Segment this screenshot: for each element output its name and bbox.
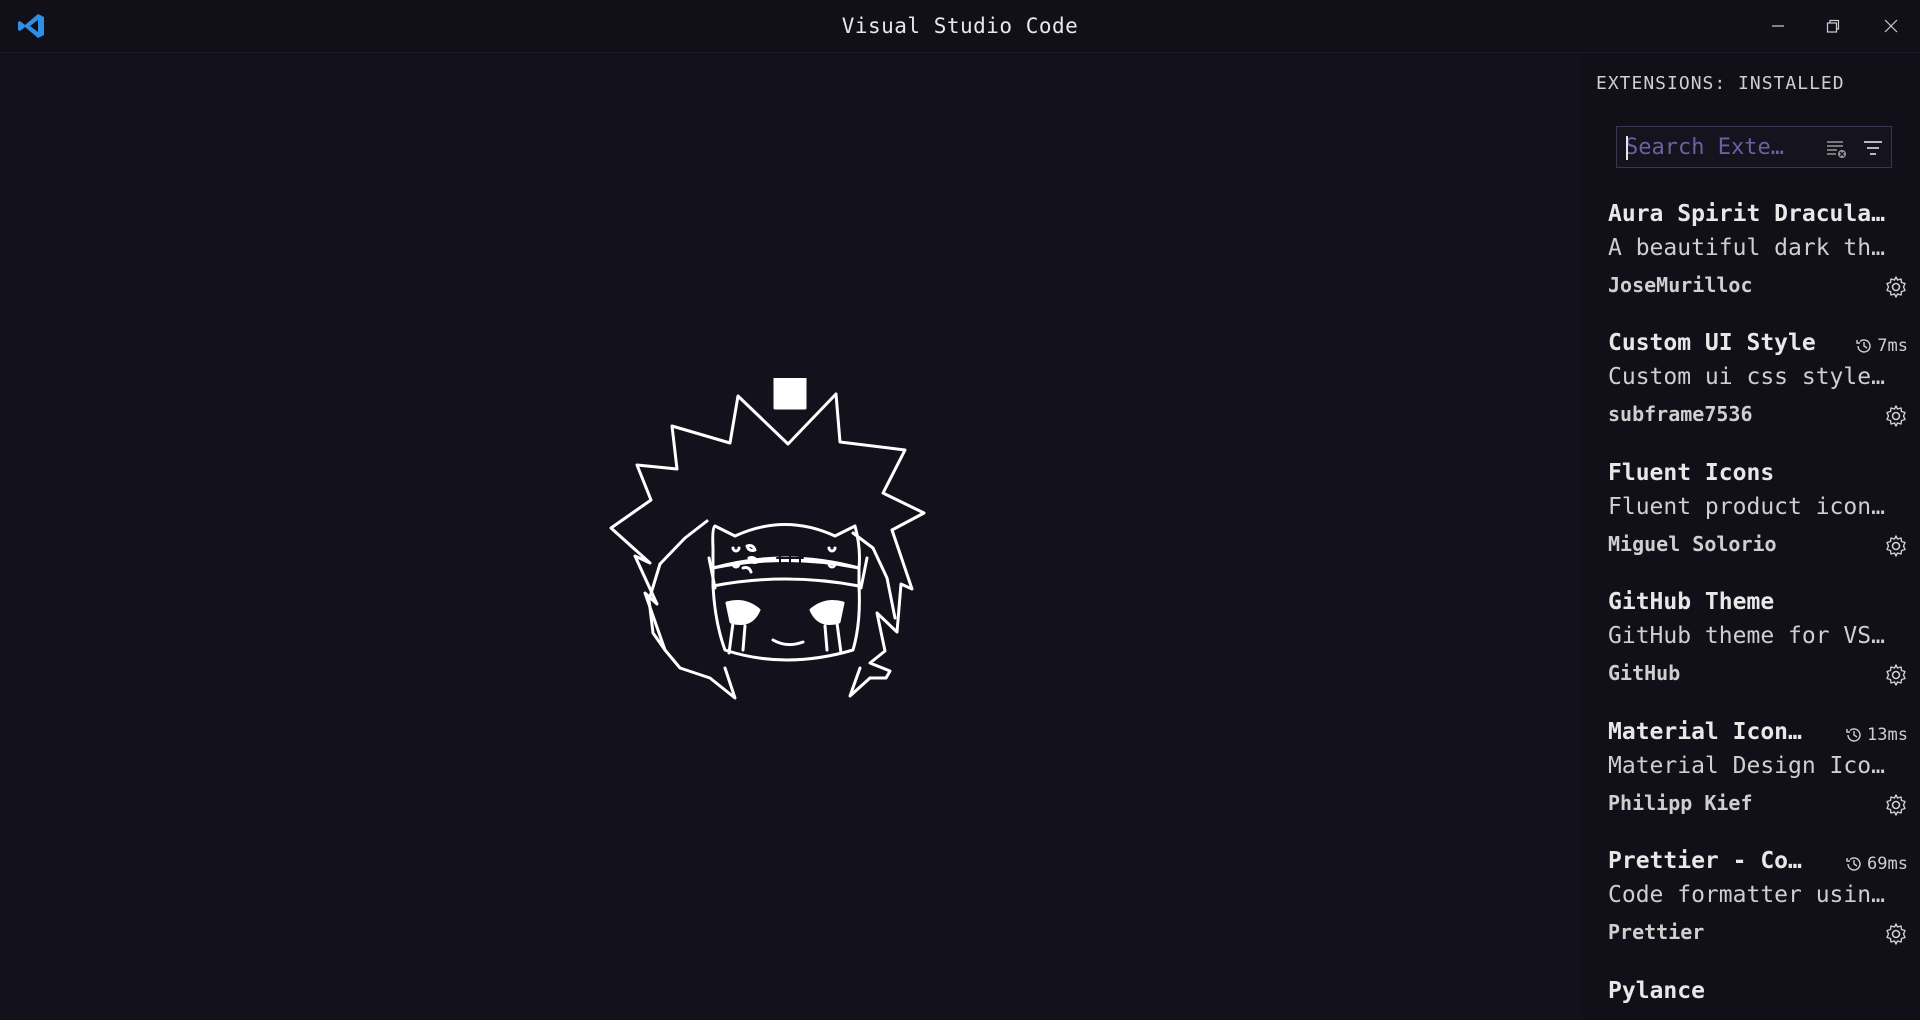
- extension-item[interactable]: Aura Spirit Dracula… A beautiful dark th…: [1608, 201, 1908, 303]
- extension-name: Custom UI Style: [1608, 330, 1816, 356]
- title-bar: Visual Studio Code: [0, 0, 1920, 53]
- extension-description: Custom ui css style…: [1608, 364, 1885, 390]
- sidebar-title: EXTENSIONS: INSTALLED: [1596, 73, 1845, 94]
- activation-time-text: 13ms: [1867, 725, 1908, 745]
- extension-name: Prettier - Co…: [1608, 848, 1802, 874]
- activation-time: 13ms: [1845, 725, 1908, 745]
- gear-icon[interactable]: [1884, 534, 1908, 558]
- extension-publisher: subframe7536: [1608, 402, 1753, 426]
- extension-description: A beautiful dark th…: [1608, 235, 1885, 261]
- extension-name: Fluent Icons: [1608, 460, 1775, 486]
- activation-time-text: 7ms: [1877, 336, 1908, 356]
- extension-publisher: Prettier: [1608, 920, 1705, 944]
- restore-icon: [1826, 19, 1840, 33]
- close-icon: [1884, 19, 1898, 33]
- restore-button[interactable]: [1806, 0, 1860, 52]
- extension-item[interactable]: Prettier - Co… 69ms Code formatter usin……: [1608, 848, 1908, 950]
- extension-publisher: JoseMurilloc: [1608, 273, 1753, 297]
- extension-item[interactable]: Fluent Icons Fluent product icon… Miguel…: [1608, 460, 1908, 562]
- gear-icon[interactable]: [1884, 404, 1908, 428]
- history-icon: [1856, 339, 1871, 353]
- extension-name: Aura Spirit Dracula…: [1608, 201, 1885, 227]
- extension-name: Pylance: [1608, 978, 1705, 1004]
- gear-icon[interactable]: [1884, 922, 1908, 946]
- gear-icon[interactable]: [1884, 663, 1908, 687]
- close-button[interactable]: [1864, 0, 1918, 52]
- activation-time: 7ms: [1855, 336, 1908, 356]
- extension-publisher: GitHub: [1608, 661, 1681, 685]
- mascot-watermark-image: [609, 378, 926, 700]
- extension-item[interactable]: Pylance: [1608, 978, 1908, 1012]
- extension-item[interactable]: Custom UI Style 7ms Custom ui css style……: [1608, 330, 1908, 432]
- extension-item[interactable]: GitHub Theme GitHub theme for VS… GitHub: [1608, 589, 1908, 691]
- extension-item[interactable]: Material Icon… 13ms Material Design Ico……: [1608, 719, 1908, 821]
- extension-publisher: Philipp Kief: [1608, 791, 1753, 815]
- history-icon: [1846, 728, 1861, 742]
- history-icon: [1846, 857, 1861, 871]
- filter-icon[interactable]: [1862, 137, 1884, 159]
- extensions-search-box[interactable]: [1616, 126, 1892, 168]
- minimize-button[interactable]: [1751, 0, 1805, 52]
- extension-description: Material Design Ico…: [1608, 753, 1885, 779]
- extension-name: Material Icon…: [1608, 719, 1802, 745]
- gear-icon[interactable]: [1884, 275, 1908, 299]
- extensions-sidebar: EXTENSIONS: INSTALLED Aura Spirit Dracul…: [1580, 53, 1920, 1020]
- clear-filter-icon[interactable]: [1825, 137, 1847, 159]
- gear-icon[interactable]: [1884, 793, 1908, 817]
- activation-time: 69ms: [1845, 854, 1908, 874]
- extension-publisher: Miguel Solorio: [1608, 532, 1777, 556]
- extension-description: Fluent product icon…: [1608, 494, 1885, 520]
- window-title: Visual Studio Code: [841, 14, 1079, 38]
- extension-name: GitHub Theme: [1608, 589, 1775, 615]
- editor-area: [0, 53, 1580, 1020]
- extension-description: GitHub theme for VS…: [1608, 623, 1885, 649]
- minimize-icon: [1772, 25, 1784, 27]
- text-cursor: [1626, 136, 1628, 160]
- extension-description: Code formatter usin…: [1608, 882, 1885, 908]
- extensions-search-input[interactable]: [1625, 127, 1805, 167]
- activation-time-text: 69ms: [1867, 854, 1908, 874]
